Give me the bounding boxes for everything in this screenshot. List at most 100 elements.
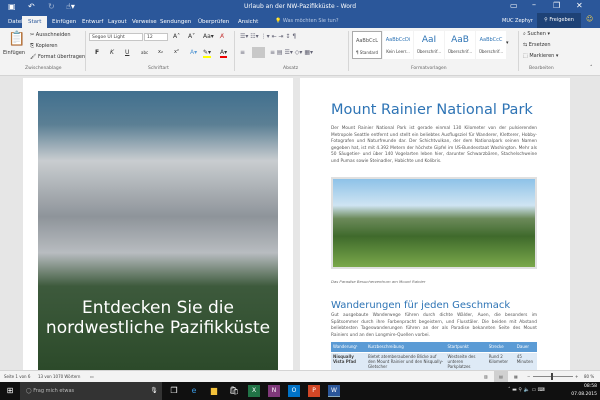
ribbon-display-icon[interactable]: ▭: [510, 1, 518, 10]
powerpoint-icon[interactable]: P: [308, 385, 320, 397]
bold-button[interactable]: F: [95, 49, 99, 56]
proofing-icon[interactable]: ▭: [90, 371, 94, 382]
word-count[interactable]: 13 von 1070 Wörtern: [38, 371, 80, 382]
tab-überprüfen[interactable]: Überprüfen: [192, 16, 235, 28]
tell-me-box[interactable]: 💡 Was möchten Sie tun?: [275, 18, 339, 24]
group-label: Bearbeiten: [529, 66, 554, 71]
collapse-ribbon-icon[interactable]: ˄: [590, 65, 593, 71]
italic-button[interactable]: K: [110, 49, 114, 56]
search-box[interactable]: ◯ Frag mich etwas: [20, 382, 162, 400]
copy-button[interactable]: ⎘ Kopieren: [30, 43, 58, 49]
change-case-icon[interactable]: Aa▾: [203, 33, 214, 40]
user-name[interactable]: MUC Zephyr: [502, 18, 533, 24]
style-item[interactable]: AaBbCcDi Kein Leerr...: [383, 31, 413, 59]
excel-icon[interactable]: X: [248, 385, 260, 397]
minimize-button[interactable]: –: [532, 0, 536, 9]
styles-more-icon[interactable]: ▾: [506, 40, 509, 46]
superscript-icon[interactable]: x²: [174, 49, 179, 55]
maximize-button[interactable]: ❐: [553, 1, 560, 10]
format-painter-button[interactable]: 🖌 Format übertragen: [30, 54, 85, 60]
zoom-in-button[interactable]: +: [575, 371, 578, 382]
grow-font-icon[interactable]: A˄: [173, 33, 180, 40]
cut-label: Ausschneiden: [35, 32, 71, 38]
paste-button[interactable]: Einfügen: [3, 50, 25, 56]
zoom-slider-thumb[interactable]: [551, 373, 553, 380]
font-name-select[interactable]: Segoe UI Light: [89, 33, 143, 41]
copy-label: Kopieren: [35, 43, 58, 49]
align-left-icon[interactable]: ≡: [240, 49, 245, 56]
paste-icon: 📋: [8, 31, 26, 47]
group-label: Formatvorlagen: [411, 66, 447, 71]
zoom-slider[interactable]: [533, 376, 573, 377]
underline-button[interactable]: U: [125, 49, 129, 56]
table-cell: Westseite des unteren Parkplatzes: [445, 351, 487, 370]
find-label: Suchen: [527, 31, 546, 37]
clock-time[interactable]: 08:58: [571, 384, 597, 389]
section-heading: Wanderungen für jeden Geschmack: [331, 300, 511, 311]
group-label: Schriftart: [148, 66, 169, 71]
style-item[interactable]: AaB Überschrif...: [445, 31, 475, 59]
ribbon: 📋 Einfügen ✂ Ausschneiden ⎘ Kopieren 🖌 F…: [0, 28, 600, 76]
outlook-icon[interactable]: O: [288, 385, 300, 397]
format-painter-label: Format übertragen: [37, 54, 86, 60]
style-item[interactable]: AaBbCcL ¶ Standard: [352, 31, 382, 59]
table-cell: Nisqually Vista Pfad: [331, 351, 366, 370]
align-right-icon[interactable]: ≡ ▤ ☰▾ ◇▾ ▦▾: [270, 49, 313, 56]
hikes-table: Wanderung¹ Kurzbeschreibung Startpunkt Stre…: [331, 342, 537, 370]
page-count[interactable]: Seite 1 von 6: [4, 371, 30, 382]
style-item[interactable]: AaBbCcC Überschrif...: [476, 31, 506, 59]
zoom-out-button[interactable]: −: [527, 371, 530, 382]
store-icon[interactable]: 🛍: [228, 385, 240, 397]
tab-ansicht[interactable]: Ansicht: [232, 16, 264, 28]
column-header: Kurzbeschreibung: [365, 342, 446, 352]
shrink-font-icon[interactable]: A˅: [188, 33, 195, 40]
align-center-button[interactable]: [252, 47, 265, 58]
feedback-smiley-icon[interactable]: ☺: [586, 15, 593, 23]
word-icon[interactable]: W: [328, 385, 340, 397]
tab-sendungen[interactable]: Sendungen: [154, 16, 197, 28]
cover-title: Entdecken Sie die nordwestliche Pazifikk…: [45, 298, 271, 338]
group-label: Absatz: [283, 66, 299, 71]
share-label: Freigeben: [549, 17, 574, 23]
table-cell: Rund 2 Kilometer: [486, 351, 515, 370]
tab-start[interactable]: Start: [22, 16, 48, 28]
table-row: Nisqually Vista Pfad Bietet atemberaubend…: [331, 351, 537, 370]
read-mode-icon[interactable]: ▥: [484, 371, 488, 382]
system-tray-icons[interactable]: ˄ ▬ ⚲ 🔈 ▭ ⌨: [508, 387, 545, 393]
zoom-level[interactable]: 80 %: [584, 371, 594, 382]
share-button[interactable]: ⚲ Freigeben: [537, 13, 581, 28]
style-preview: AaBbCcC: [479, 37, 503, 43]
paradise-photo: [331, 177, 537, 269]
close-button[interactable]: ✕: [576, 1, 583, 10]
strikethrough-icon[interactable]: abc: [141, 50, 148, 55]
start-button[interactable]: ⊞: [4, 385, 16, 397]
style-item[interactable]: AaI Überschrif...: [414, 31, 444, 59]
find-button[interactable]: ⌕ Suchen ▾: [523, 31, 550, 37]
cut-button[interactable]: ✂ Ausschneiden: [30, 32, 71, 38]
microphone-icon[interactable]: 🎙: [148, 385, 160, 397]
style-label: Überschrif...: [478, 49, 504, 54]
web-layout-icon[interactable]: ▦: [514, 371, 518, 382]
replace-button[interactable]: ⇆ Ersetzen: [523, 42, 551, 48]
task-view-icon[interactable]: ❐: [168, 385, 180, 397]
font-size-select[interactable]: 12: [144, 33, 168, 41]
highlight-icon[interactable]: ✎▾: [203, 49, 212, 58]
text-effects-icon[interactable]: A▾: [190, 49, 197, 56]
onenote-icon[interactable]: N: [268, 385, 280, 397]
group-label: Zwischenablage: [25, 66, 62, 71]
print-layout-icon[interactable]: ▤: [494, 371, 508, 382]
subscript-icon[interactable]: x₂: [158, 49, 163, 55]
title-bar: ▣ ↶ ↻ ☝▾ Urlaub an der NW-Pazifikküste -…: [0, 0, 600, 28]
select-button[interactable]: ⬚ Markieren ▾: [523, 53, 558, 59]
status-bar: Seite 1 von 6 13 von 1070 Wörtern ▭ ▥ ▤ …: [0, 370, 600, 382]
taskbar: ⊞ ◯ Frag mich etwas 🎙 ❐ e ▆ 🛍 X N O P W …: [0, 382, 600, 400]
edge-icon[interactable]: e: [188, 385, 200, 397]
file-explorer-icon[interactable]: ▆: [208, 385, 220, 397]
hikes-table-wrap: Wanderung¹ Kurzbeschreibung Startpunkt Stre…: [331, 342, 537, 370]
bullets-icon[interactable]: ☰▾ ☷▾ ⋮▾ ⇤ ⇥ ↕ ¶: [240, 33, 296, 40]
clock-date[interactable]: 07.08.2015: [563, 392, 597, 397]
style-label: Überschrif...: [447, 49, 473, 54]
clear-format-icon[interactable]: A̸: [220, 33, 224, 40]
font-color-icon[interactable]: A▾: [220, 49, 228, 58]
style-label: Kein Leerr...: [386, 49, 410, 54]
